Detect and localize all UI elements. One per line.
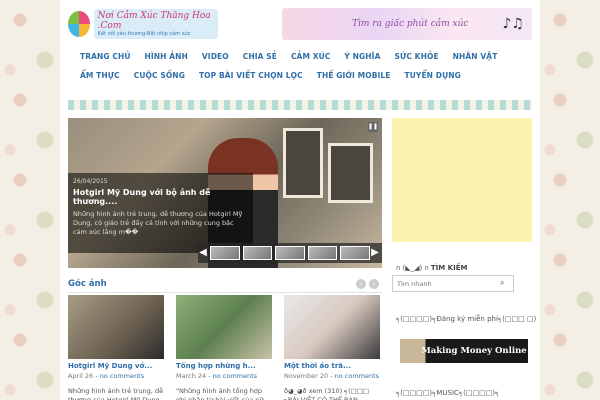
section-divider (68, 292, 382, 293)
nav-item[interactable]: TRANG CHỦ (80, 52, 131, 61)
logo-title: Nơi Cảm Xúc Thăng Hoa .Com (97, 11, 211, 31)
nav-item[interactable]: Ý NGHĨA (344, 52, 380, 61)
slider-description: Những hình ảnh trẻ trung, dễ thương của … (73, 210, 243, 236)
post-title[interactable]: Hotgirl Mỹ Dung vớ... (68, 362, 164, 370)
main-nav: TRANG CHỦ HÌNH ẢNH VIDEO CHIA SẺ CẢM XÚC… (80, 52, 530, 80)
pause-icon[interactable]: ❚❚ (368, 122, 378, 132)
post-excerpt: Những hình ảnh trẻ trung, dễ thương của … (68, 387, 164, 400)
nav-item[interactable]: CHIA SẺ (243, 52, 277, 61)
post-comments[interactable]: no comments (335, 372, 379, 380)
sidebar-ad[interactable] (392, 118, 532, 242)
search-input[interactable] (392, 275, 514, 292)
making-money-banner[interactable]: Making Money Online (400, 339, 528, 363)
money-banner-text: Making Money Online (421, 345, 527, 356)
nav-item[interactable]: TOP BÀI VIẾT CHỌN LỌC (199, 71, 303, 80)
nav-item[interactable]: SỨC KHỎE (394, 52, 438, 61)
post-card: Một thời áo trắ... November 20 - no comm… (284, 295, 380, 400)
site-header: Nơi Cảm Xúc Thăng Hoa .Com Kết nối yêu t… (60, 0, 540, 45)
logo-subtitle: Kết nối yêu thương-Bất nhịp cảm xúc (97, 31, 191, 37)
section-title[interactable]: Góc ảnh (68, 279, 107, 289)
post-excerpt: ð◕_◕ð xem (310) ╕(□□□ ╕BÀI VIẾT CÓ THỂ B… (284, 387, 370, 400)
post-meta: November 20 - no comments (284, 372, 380, 380)
slider-date: 26/04/2015 (73, 178, 108, 185)
decorative-ribbon (68, 100, 532, 110)
slider-thumbnails (198, 243, 382, 263)
post-date: April 26 (68, 372, 94, 380)
slider-thumbnail[interactable] (340, 246, 370, 260)
post-comments[interactable]: no comments (213, 372, 257, 380)
chevron-left-icon[interactable]: ◀ (198, 244, 208, 262)
slider-caption[interactable]: 26/04/2015 Hotgirl Mỹ Dung với bộ ảnh dễ… (68, 173, 253, 253)
nav-item[interactable]: TUYỂN DỤNG (405, 71, 461, 80)
post-comments[interactable]: no comments (100, 372, 144, 380)
search-heading-symbols: ก (◣_◢) ก (396, 264, 429, 272)
nav-item[interactable]: CUỘC SỐNG (134, 71, 185, 80)
featured-slider[interactable]: ❚❚ 26/04/2015 Hotgirl Mỹ Dung với bộ ảnh… (68, 118, 382, 268)
post-excerpt: "Những hình ảnh tổng hợp ghi nhận từ bài… (176, 387, 264, 400)
logo-mark-icon (68, 11, 90, 37)
search-heading-label: TÌM KIẾM (430, 264, 468, 272)
nav-item[interactable]: THẾ GIỚI MOBILE (317, 71, 391, 80)
post-title[interactable]: Một thời áo trắ... (284, 362, 380, 370)
header-banner[interactable]: Tìm ra giấc phút cảm xúc ♪♫ (282, 8, 532, 40)
post-date: March 24 (176, 372, 207, 380)
search-heading: ก (◣_◢) ก TÌM KIẾM (396, 263, 467, 274)
post-thumbnail[interactable] (68, 295, 164, 359)
post-meta: April 26 - no comments (68, 372, 145, 380)
post-thumbnail[interactable] (284, 295, 380, 359)
page: Nơi Cảm Xúc Thăng Hoa .Com Kết nối yêu t… (60, 0, 540, 400)
nav-item[interactable]: VIDEO (202, 52, 229, 61)
slider-thumbnail[interactable] (275, 246, 305, 260)
slider-photo-window (283, 128, 323, 198)
slider-thumbnail[interactable] (210, 246, 240, 260)
music-notes-icon: ♪♫ (502, 16, 525, 32)
post-date: November 20 (284, 372, 329, 380)
nav-item[interactable]: NHÂN VẬT (453, 52, 498, 61)
post-meta: March 24 - no comments (176, 372, 258, 380)
slider-photo-window (328, 143, 373, 203)
section-pager: ‹ › (356, 279, 379, 289)
post-card: Hotgirl Mỹ Dung vớ... April 26 - no comm… (68, 295, 164, 400)
next-circle-icon[interactable]: › (369, 279, 379, 289)
post-thumbnail[interactable] (176, 295, 272, 359)
nav-item[interactable]: ẨM THỰC (80, 71, 120, 80)
signup-heading: ╕(□□□□)╕Đăng ký miễn phí╕(□□□ □) (396, 315, 537, 323)
post-card: Tổng hợp những h... March 24 - no commen… (176, 295, 272, 400)
music-heading: ╕(□□□□)╕MUSIC╕(□□□□)╕ (396, 389, 500, 397)
search-icon[interactable]: ⌕ (500, 278, 510, 288)
chevron-right-icon[interactable]: ▶ (370, 244, 380, 262)
site-logo[interactable]: Nơi Cảm Xúc Thăng Hoa .Com Kết nối yêu t… (68, 8, 218, 40)
slider-title[interactable]: Hotgirl Mỹ Dung với bộ ảnh dễ thương.... (73, 188, 248, 206)
prev-circle-icon[interactable]: ‹ (356, 279, 366, 289)
slider-thumbnail[interactable] (242, 246, 273, 260)
post-title[interactable]: Tổng hợp những h... (176, 362, 272, 370)
slider-thumbnail[interactable] (307, 246, 338, 260)
nav-item[interactable]: HÌNH ẢNH (145, 52, 188, 61)
banner-text: Tìm ra giấc phút cảm xúc (352, 19, 469, 29)
nav-item[interactable]: CẢM XÚC (291, 52, 330, 61)
